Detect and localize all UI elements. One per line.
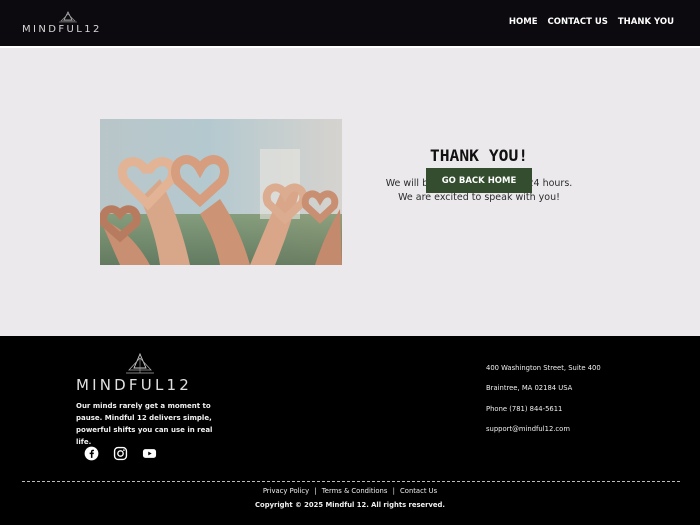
terms-link[interactable]: Terms & Conditions <box>322 487 388 495</box>
header-logo[interactable]: MINDFUL12 <box>22 11 114 37</box>
footer-divider <box>22 481 680 482</box>
footer-tagline: Our minds rarely get a moment to pause. … <box>76 402 213 446</box>
nav-home[interactable]: HOME <box>509 17 538 27</box>
address-line-1: 400 Washington Street, Suite 400 <box>486 364 601 372</box>
site-footer: MINDFUL12 Our minds rarely get a moment … <box>0 336 700 525</box>
nav-thank-you[interactable]: THANK YOU <box>618 17 674 27</box>
privacy-policy-link[interactable]: Privacy Policy <box>263 487 309 495</box>
thank-you-section: THANK YOU! We will be back to you within… <box>0 48 700 336</box>
footer-legal-links: Privacy Policy | Terms & Conditions | Co… <box>0 487 700 495</box>
thank-you-heading: THANK YOU! <box>429 146 529 165</box>
social-links <box>84 446 157 461</box>
link-separator: | <box>314 487 317 495</box>
copyright-text: Copyright © 2025 Mindful 12. All rights … <box>255 501 445 509</box>
lotus-logo-icon <box>59 11 77 23</box>
phone-number[interactable]: Phone (781) 844-5611 <box>486 405 601 425</box>
go-back-home-button[interactable]: GO BACK HOME <box>426 168 532 193</box>
footer-logo-text: MINDFUL12 <box>76 376 192 394</box>
hands-heart-photo <box>100 119 342 265</box>
excited-text: We are excited to speak with you! <box>398 192 560 203</box>
header-logo-text: MINDFUL12 <box>22 24 102 35</box>
facebook-icon[interactable] <box>84 446 99 461</box>
lotus-logo-icon <box>126 353 154 374</box>
footer-logo[interactable]: MINDFUL12 <box>76 353 208 395</box>
email-address[interactable]: support@mindful12.com <box>486 425 601 445</box>
address-line-2: Braintree, MA 02184 USA <box>486 384 573 393</box>
youtube-icon[interactable] <box>142 446 157 461</box>
main-nav: HOME CONTACT US THANK YOU <box>509 17 674 27</box>
nav-contact-us[interactable]: CONTACT US <box>548 17 608 27</box>
footer-contact: 400 Washington Street, Suite 400 Braintr… <box>486 364 601 445</box>
instagram-icon[interactable] <box>113 446 128 461</box>
hands-heart-illustration <box>100 119 342 265</box>
link-separator: | <box>392 487 395 495</box>
contact-us-link[interactable]: Contact Us <box>400 487 437 495</box>
site-header: MINDFUL12 HOME CONTACT US THANK YOU <box>0 0 700 46</box>
